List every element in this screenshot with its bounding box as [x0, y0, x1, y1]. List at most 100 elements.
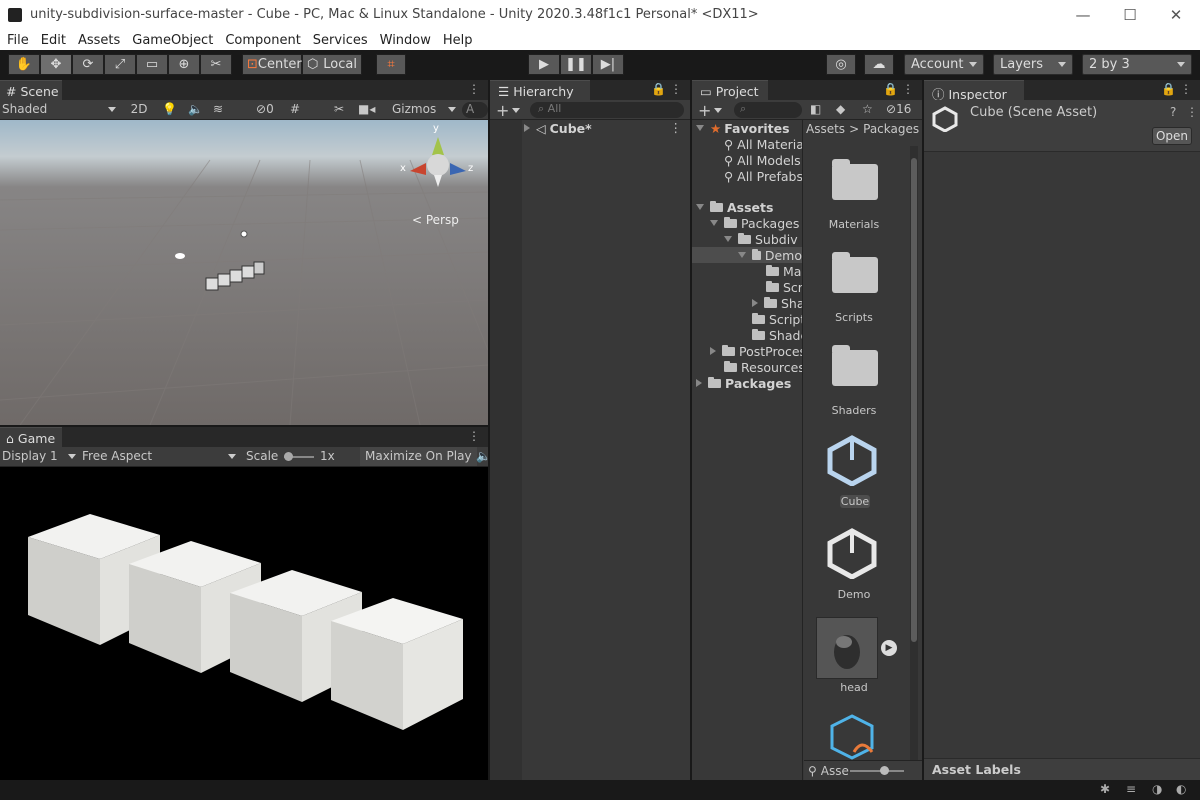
- tree-assets[interactable]: Assets: [696, 199, 773, 215]
- menu-help[interactable]: Help: [443, 33, 473, 48]
- tree-favorites[interactable]: ★ Favorites: [696, 120, 790, 136]
- mute-audio-icon[interactable]: 🔈: [476, 449, 491, 463]
- close-button[interactable]: ✕: [1153, 0, 1199, 30]
- tab-game[interactable]: ⌂ Game: [0, 427, 62, 447]
- lighting-icon[interactable]: 💡: [162, 102, 177, 116]
- more-menu-icon[interactable]: ⋮: [670, 120, 683, 135]
- more-menu-icon[interactable]: ⋮: [902, 82, 914, 96]
- tree-materials[interactable]: Ma: [766, 263, 801, 279]
- 2d-toggle[interactable]: 2D: [128, 102, 150, 116]
- more-menu-icon[interactable]: ⋮: [468, 82, 480, 96]
- more-menu-icon[interactable]: ⋮: [1180, 82, 1192, 96]
- tab-hierarchy[interactable]: ☰ Hierarchy: [490, 80, 590, 100]
- custom-tool-icon[interactable]: ✂: [200, 54, 232, 75]
- lighting-bake-icon[interactable]: ◑: [1152, 782, 1162, 796]
- orientation-gizmo[interactable]: y x z: [400, 123, 480, 195]
- grid-toggle-icon[interactable]: #: [290, 102, 300, 116]
- play-button[interactable]: ▶: [528, 54, 560, 75]
- tree-subdiv[interactable]: Subdiv: [724, 231, 798, 247]
- cloud-icon[interactable]: ☁: [864, 54, 894, 75]
- slider-handle[interactable]: [880, 766, 889, 775]
- collab-status-icon[interactable]: ◐: [1176, 782, 1186, 796]
- scale-tool-icon[interactable]: ⤢: [104, 54, 136, 75]
- aspect-dropdown[interactable]: Free Aspect: [82, 449, 236, 463]
- favorite-star-icon[interactable]: ☆: [862, 102, 873, 116]
- asset-labels-section[interactable]: Asset Labels: [924, 758, 1200, 780]
- more-menu-icon[interactable]: ⋮: [670, 82, 682, 96]
- asset-grid-scrollbar[interactable]: [910, 146, 918, 760]
- tab-scene[interactable]: # Scene: [0, 80, 62, 100]
- asset-prefab[interactable]: [828, 712, 880, 760]
- collab-icon[interactable]: ◎: [826, 54, 856, 75]
- menu-edit[interactable]: Edit: [41, 33, 66, 48]
- scale-slider[interactable]: [284, 452, 314, 461]
- menu-services[interactable]: Services: [313, 33, 368, 48]
- shading-mode-dropdown[interactable]: Shaded: [2, 102, 120, 116]
- open-button[interactable]: Open: [1152, 127, 1192, 145]
- tree-scripts-sub[interactable]: Scr: [766, 279, 802, 295]
- asset-shaders[interactable]: [832, 345, 878, 386]
- menu-assets[interactable]: Assets: [78, 33, 120, 48]
- menu-gameobject[interactable]: GameObject: [132, 33, 213, 48]
- gizmos-dropdown[interactable]: Gizmos: [392, 102, 456, 116]
- grid-snap-icon[interactable]: ⌗: [376, 54, 406, 75]
- breadcrumb-assets[interactable]: Assets: [806, 122, 845, 136]
- tree-fav-all-models[interactable]: ⚲ All Models: [724, 152, 801, 168]
- lock-icon[interactable]: 🔒: [883, 82, 898, 96]
- debug-bug-icon[interactable]: ✱: [1100, 782, 1110, 796]
- expand-arrow-icon[interactable]: [524, 124, 530, 132]
- maximize-on-play-toggle[interactable]: Maximize On Play: [360, 447, 477, 466]
- hierarchy-add-button[interactable]: +: [496, 101, 521, 120]
- layout-dropdown[interactable]: 2 by 3: [1082, 54, 1192, 75]
- scene-viewport[interactable]: y x z < Persp: [0, 120, 488, 425]
- asset-cube-scene[interactable]: [826, 434, 878, 489]
- breadcrumb-packages[interactable]: Packages: [863, 122, 919, 136]
- asset-demo-scene[interactable]: [826, 527, 878, 582]
- rect-tool-icon[interactable]: ▭: [136, 54, 168, 75]
- tools-icon[interactable]: ✂: [334, 102, 344, 116]
- asset-head-model[interactable]: [816, 617, 878, 679]
- game-viewport[interactable]: [0, 467, 488, 780]
- scene-search-input[interactable]: A: [462, 102, 488, 118]
- search-by-type-icon[interactable]: ◧: [810, 102, 821, 116]
- search-by-label-icon[interactable]: ◆: [836, 102, 845, 116]
- effects-icon[interactable]: ≋: [213, 102, 223, 116]
- asset-scripts[interactable]: [832, 252, 878, 293]
- tree-resources[interactable]: Resources: [724, 359, 802, 375]
- icon-size-slider[interactable]: [850, 766, 904, 775]
- tree-root-packages[interactable]: Packages: [696, 375, 791, 391]
- camera-icon[interactable]: ■◂: [358, 102, 375, 116]
- display-dropdown[interactable]: Display 1: [2, 449, 76, 463]
- menu-component[interactable]: Component: [225, 33, 300, 48]
- hierarchy-scene-item[interactable]: ◁ Cube* ⋮: [524, 120, 684, 136]
- tree-fav-all-materials[interactable]: ⚲ All Materia: [724, 136, 802, 152]
- hidden-objects-toggle[interactable]: ⊘0: [256, 102, 274, 116]
- hand-tool-icon[interactable]: ✋: [8, 54, 40, 75]
- tree-packages[interactable]: Packages: [710, 215, 799, 231]
- minimize-button[interactable]: —: [1060, 0, 1106, 30]
- tree-shaders[interactable]: Shade: [752, 327, 802, 343]
- lock-icon[interactable]: 🔒: [651, 82, 666, 96]
- hierarchy-search-input[interactable]: ⌕ All: [530, 102, 684, 118]
- tab-inspector[interactable]: ⓘ Inspector: [924, 80, 1024, 102]
- project-search-input[interactable]: ⌕: [734, 102, 802, 118]
- more-menu-icon[interactable]: ⋮: [468, 429, 480, 443]
- project-add-button[interactable]: +: [698, 101, 723, 120]
- tree-postprocessing[interactable]: PostProces: [710, 343, 802, 359]
- tree-fav-all-prefabs[interactable]: ⚲ All Prefabs: [724, 168, 802, 184]
- menu-window[interactable]: Window: [380, 33, 431, 48]
- project-splitter[interactable]: [802, 120, 803, 780]
- tree-scripts[interactable]: Script: [752, 311, 802, 327]
- layers-stack-icon[interactable]: ≡: [1126, 782, 1136, 796]
- lock-icon[interactable]: 🔒: [1161, 82, 1176, 96]
- account-dropdown[interactable]: Account: [904, 54, 984, 75]
- scale-slider-handle[interactable]: [284, 452, 293, 461]
- tree-demo[interactable]: Demo: [692, 247, 802, 263]
- expand-model-icon[interactable]: ▶: [881, 640, 897, 656]
- tab-project[interactable]: ▭ Project: [692, 80, 768, 100]
- tree-shaders-sub[interactable]: Sha: [752, 295, 802, 311]
- step-button[interactable]: ▶|: [592, 54, 624, 75]
- asset-materials[interactable]: [832, 159, 878, 200]
- maximize-button[interactable]: ☐: [1107, 0, 1153, 30]
- transform-tool-icon[interactable]: ⊕: [168, 54, 200, 75]
